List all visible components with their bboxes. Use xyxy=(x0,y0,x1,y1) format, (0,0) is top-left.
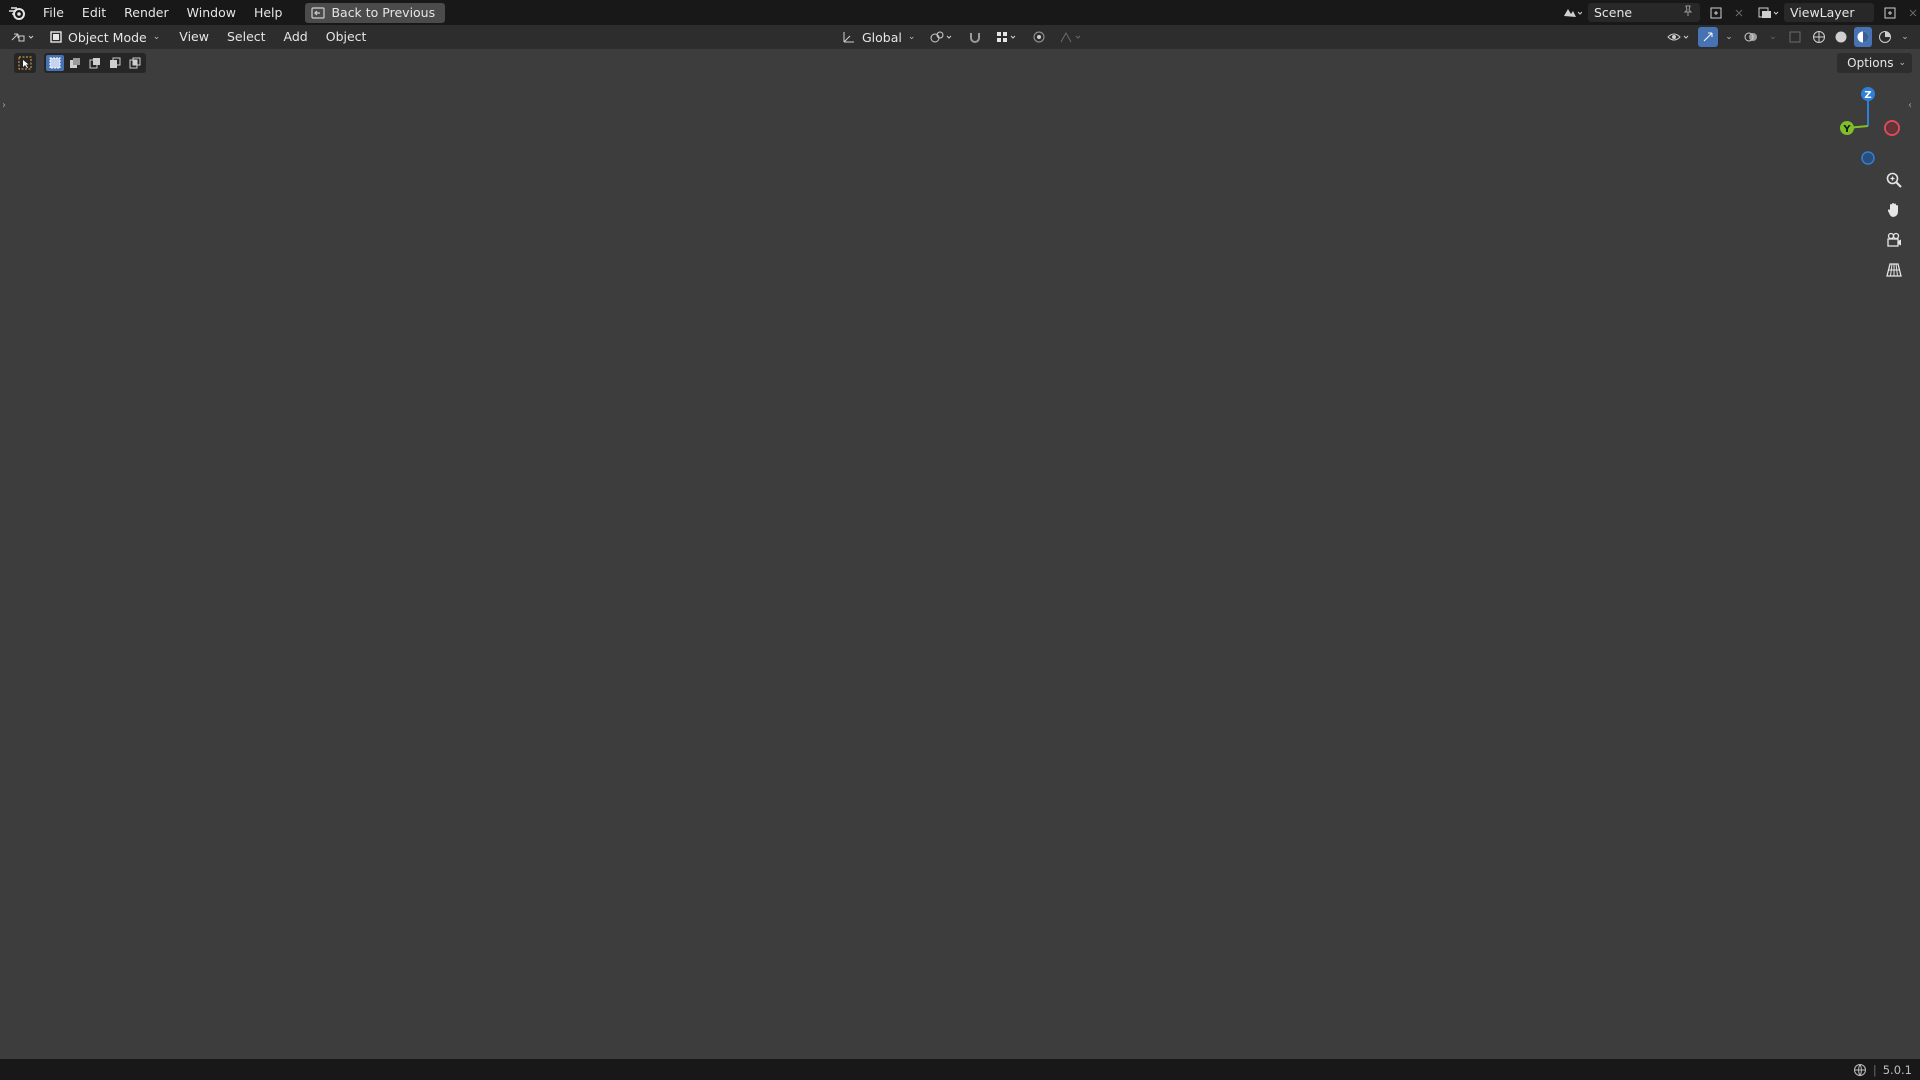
scene-browse-icon[interactable] xyxy=(1560,3,1584,23)
pan-hand-icon[interactable] xyxy=(1882,198,1906,222)
selection-mode-group xyxy=(44,53,146,73)
toolbar-expand-arrow-icon[interactable]: › xyxy=(2,100,12,116)
transform-orientation-label: Global xyxy=(862,29,902,45)
main-menu: File Edit Render Window Help xyxy=(34,0,291,25)
hole-cup[interactable] xyxy=(887,912,937,990)
status-separator: | xyxy=(1872,1062,1877,1077)
hole-cup-top xyxy=(886,904,938,920)
gizmo-toggle-icon[interactable] xyxy=(1698,27,1718,47)
flag-fold-shade xyxy=(930,150,1020,368)
menu-render[interactable]: Render xyxy=(115,0,178,25)
transform-orientation-dropdown[interactable]: Global ⌄ xyxy=(836,27,922,47)
new-scene-icon[interactable] xyxy=(1704,3,1728,23)
transform-controls: Global ⌄ xyxy=(836,25,1087,49)
delete-viewlayer-icon[interactable] xyxy=(1906,3,1920,23)
editor-type-icon[interactable] xyxy=(8,27,38,47)
shading-dropdown-icon[interactable]: ⌄ xyxy=(1898,27,1912,47)
back-to-previous-label: Back to Previous xyxy=(331,5,436,20)
overlays-dropdown-icon[interactable]: ⌄ xyxy=(1766,27,1780,47)
viewlayer-browse-icon[interactable] xyxy=(1756,3,1780,23)
scene-render[interactable] xyxy=(0,49,1920,1059)
visibility-eye-icon[interactable] xyxy=(1664,27,1694,47)
object-mode-icon xyxy=(50,31,62,43)
xray-toggle-icon[interactable] xyxy=(1784,27,1806,47)
viewlayer-name-field[interactable]: ViewLayer xyxy=(1784,3,1874,22)
status-bar: | 5.0.1 xyxy=(0,1059,1920,1080)
menu-object[interactable]: Object xyxy=(317,25,376,49)
menu-add[interactable]: Add xyxy=(275,25,317,49)
options-label: Options xyxy=(1847,56,1894,70)
pin-icon[interactable] xyxy=(1682,5,1694,20)
select-intersect-icon[interactable] xyxy=(126,55,144,71)
falloff-curve-icon[interactable] xyxy=(1057,27,1087,47)
object-mode-dropdown[interactable]: Object Mode ⌄ xyxy=(44,27,167,47)
tool-settings-row: Options ⌄ xyxy=(0,49,1920,77)
viewlayer-name: ViewLayer xyxy=(1790,5,1855,20)
network-globe-icon[interactable] xyxy=(1853,1063,1867,1077)
select-extend-icon[interactable] xyxy=(66,55,84,71)
select-new-icon[interactable] xyxy=(46,55,64,71)
menu-file[interactable]: File xyxy=(34,0,73,25)
select-subtract-icon[interactable] xyxy=(86,55,104,71)
zoom-icon[interactable] xyxy=(1882,168,1906,192)
menu-edit[interactable]: Edit xyxy=(73,0,115,25)
menu-help[interactable]: Help xyxy=(245,0,292,25)
topbar-right: Scene ViewLayer xyxy=(1560,0,1920,25)
snap-toggle-icon[interactable] xyxy=(963,27,987,47)
object-mode-label: Object Mode xyxy=(68,29,147,45)
scene-name-field[interactable]: Scene xyxy=(1588,3,1700,22)
chevron-down-icon: ⌄ xyxy=(152,32,161,42)
orientation-axes-icon xyxy=(843,32,854,43)
select-invert-icon[interactable] xyxy=(106,55,124,71)
delete-scene-icon[interactable] xyxy=(1732,3,1746,23)
gizmo-y-label: Y xyxy=(1842,124,1851,135)
golf-flag[interactable] xyxy=(904,125,1122,371)
snap-target-icon[interactable] xyxy=(993,27,1021,47)
solid-shading-icon[interactable] xyxy=(1832,27,1850,47)
viewport-nav-tools xyxy=(1882,168,1906,282)
chevron-down-icon: ⌄ xyxy=(907,32,916,42)
chevron-down-icon: ⌄ xyxy=(1898,58,1906,68)
wireframe-shading-icon[interactable] xyxy=(1810,27,1828,47)
back-to-previous-button[interactable]: Back to Previous xyxy=(305,2,446,23)
overlays-toggle-icon[interactable] xyxy=(1740,27,1762,47)
pivot-point-icon[interactable] xyxy=(927,27,957,47)
pole-lower xyxy=(907,880,913,916)
back-icon xyxy=(311,6,326,19)
gizmo-z-label: Z xyxy=(1864,90,1871,101)
options-dropdown[interactable]: Options ⌄ xyxy=(1837,53,1912,73)
top-bar: File Edit Render Window Help Back to Pre… xyxy=(0,0,1920,25)
gizmo-dropdown-icon[interactable]: ⌄ xyxy=(1722,27,1736,47)
viewport-header: Object Mode ⌄ View Select Add Object Glo… xyxy=(0,25,1920,49)
status-info: | 5.0.1 xyxy=(1853,1063,1912,1077)
proportional-edit-icon[interactable] xyxy=(1027,27,1051,47)
new-viewlayer-icon[interactable] xyxy=(1878,3,1902,23)
menu-view[interactable]: View xyxy=(170,25,218,49)
select-tool-icon[interactable] xyxy=(14,53,36,73)
viewport-display-controls: ⌄ ⌄ ⌄ xyxy=(1664,25,1912,49)
gizmo-neg-z-handle[interactable] xyxy=(1861,151,1875,165)
hole-cup-inner xyxy=(893,908,931,918)
blender-logo-icon[interactable] xyxy=(0,0,34,25)
material-preview-shading-icon[interactable] xyxy=(1854,27,1872,47)
menu-window[interactable]: Window xyxy=(178,0,245,25)
gizmo-neg-x-fill xyxy=(1887,123,1897,133)
scene-name: Scene xyxy=(1594,5,1633,20)
menu-select[interactable]: Select xyxy=(218,25,275,49)
pole-cap xyxy=(903,114,917,126)
blender-version: 5.0.1 xyxy=(1882,1062,1912,1077)
rendered-shading-icon[interactable] xyxy=(1876,27,1894,47)
perspective-grid-icon[interactable] xyxy=(1882,258,1906,282)
navigation-gizmo[interactable]: Z Y xyxy=(1830,82,1910,172)
3d-viewport[interactable] xyxy=(0,49,1920,1059)
flag-pole[interactable] xyxy=(905,125,915,915)
hole-cup-bottom xyxy=(887,984,937,996)
camera-view-icon[interactable] xyxy=(1882,228,1906,252)
